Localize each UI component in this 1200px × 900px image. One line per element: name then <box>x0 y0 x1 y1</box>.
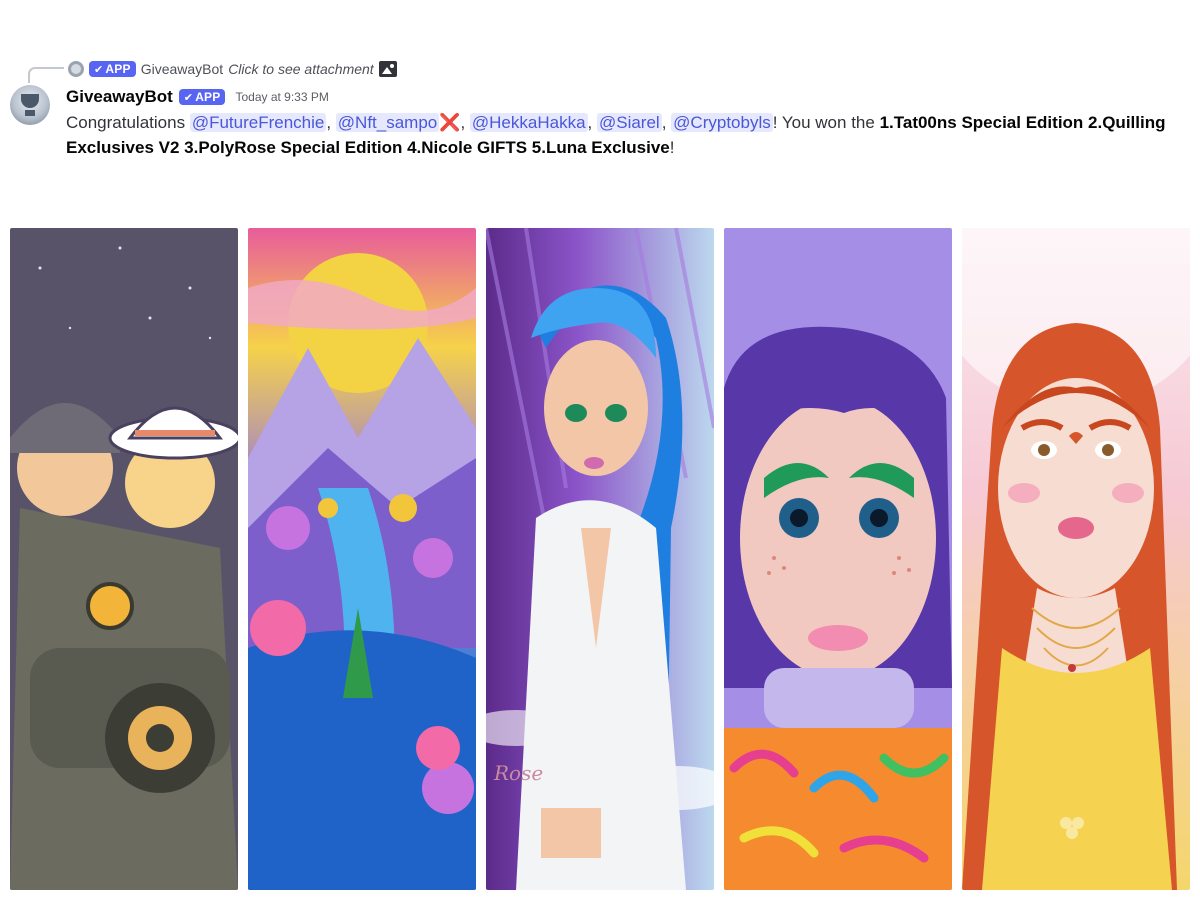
author-avatar[interactable] <box>10 85 50 125</box>
x-emoji: ❌ <box>439 113 461 132</box>
app-badge: ✔ APP <box>89 61 136 77</box>
author-name[interactable]: GiveawayBot <box>66 87 173 107</box>
artist-signature: Rose <box>493 761 543 785</box>
trophy-icon <box>21 94 39 108</box>
attachment-image-nicole[interactable] <box>724 228 952 890</box>
attachment-image-tat00ns[interactable] <box>10 228 238 890</box>
reply-username[interactable]: GiveawayBot <box>141 61 223 77</box>
mention-siarel[interactable]: @Siarel <box>596 113 662 132</box>
reply-preview-text[interactable]: Click to see attachment <box>228 61 374 77</box>
image-icon <box>378 61 397 77</box>
attachment-gallery: Rose <box>0 228 1200 890</box>
verified-check-icon: ✔ <box>94 63 104 76</box>
verified-check-icon: ✔ <box>183 91 194 104</box>
attachment-image-luna[interactable] <box>962 228 1190 890</box>
reply-preview[interactable]: ✔ APP GiveawayBot Click to see attachment <box>68 59 397 79</box>
mention-cryptobyls[interactable]: @Cryptobyls <box>671 113 773 132</box>
reply-avatar <box>68 61 84 77</box>
reply-connector <box>28 67 64 83</box>
app-badge: ✔ APP <box>178 89 226 105</box>
attachment-image-quilling[interactable] <box>248 228 476 890</box>
message-content: Congratulations @FutureFrenchie, @Nft_sa… <box>66 113 1166 157</box>
message-header: GiveawayBot ✔ APP Today at 9:33 PM <box>66 86 329 108</box>
timestamp[interactable]: Today at 9:33 PM <box>235 90 328 104</box>
attachment-image-polyrose[interactable]: Rose <box>486 228 714 890</box>
mention-hekkahakka[interactable]: @HekkaHakka <box>469 113 588 132</box>
mention-futurefrenchie[interactable]: @FutureFrenchie <box>189 113 327 132</box>
mention-nft-sampo[interactable]: @Nft_sampo <box>335 113 440 132</box>
